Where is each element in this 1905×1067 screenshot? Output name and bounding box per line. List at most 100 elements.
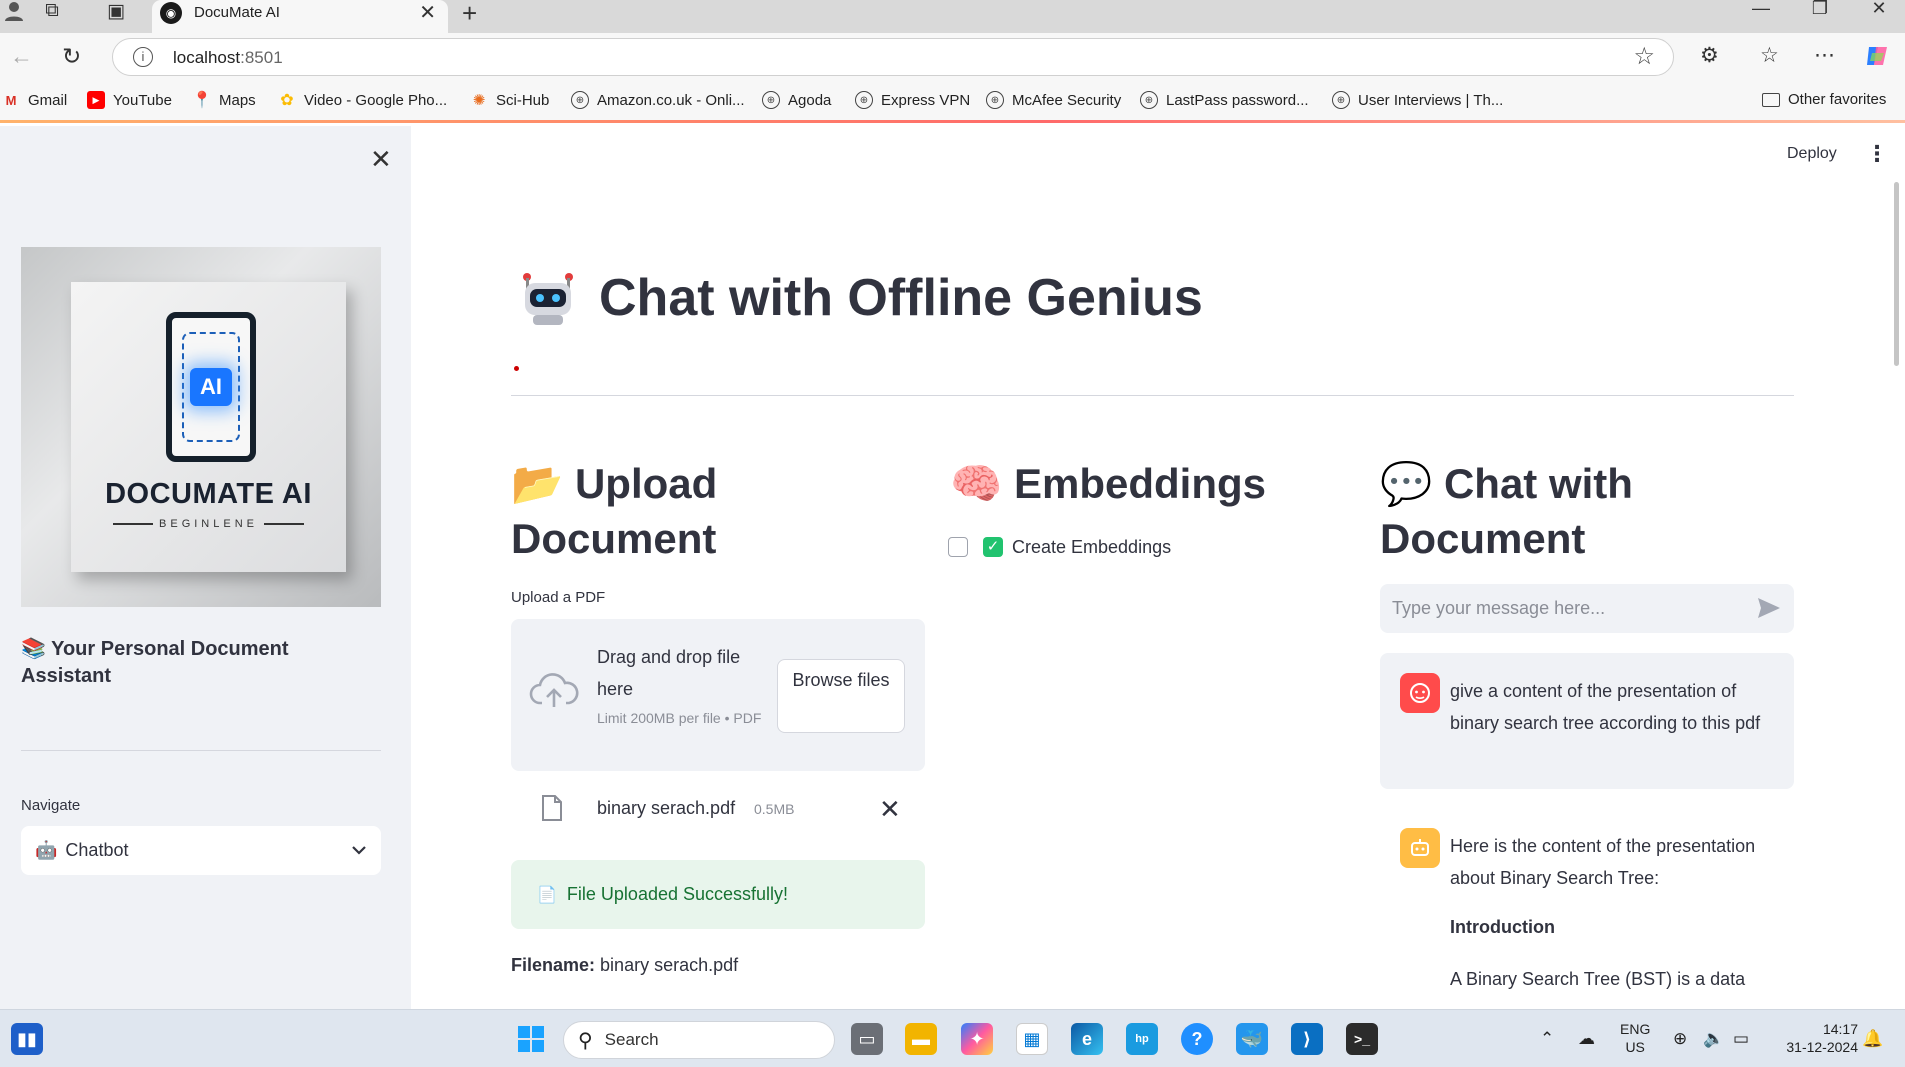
chevron-up-icon[interactable]: ⌃ (1540, 1029, 1554, 1049)
page-title-text: Chat with Offline Genius (599, 269, 1203, 327)
workspaces-icon[interactable]: ⧉ (32, 0, 72, 22)
user-message-text: give a content of the presentation of bi… (1450, 681, 1761, 733)
more-menu-icon[interactable]: ⋯ (1814, 43, 1835, 68)
cloud-upload-icon (529, 671, 579, 711)
network-icon[interactable]: ⊕ (1673, 1029, 1687, 1049)
taskbar-search-label: Search (604, 1030, 659, 1049)
uploaded-file-size: 0.5MB (754, 801, 795, 817)
minimize-icon[interactable]: — (1736, 0, 1786, 19)
bookmark-youtube[interactable]: ▶ YouTube (87, 91, 172, 109)
robot-icon: 🤖 (35, 840, 58, 860)
globe-icon: ⊕ (855, 91, 873, 109)
close-tab-icon[interactable]: ✕ (419, 0, 436, 25)
cloud-offline-icon[interactable]: ☁ (1578, 1029, 1595, 1049)
url-bar[interactable]: i localhost:8501 ☆ (112, 38, 1674, 76)
bookmark-gmail[interactable]: M Gmail (2, 91, 68, 109)
copilot-icon[interactable] (1864, 43, 1890, 75)
maps-icon: 📍 (192, 92, 212, 109)
tab-title: DocuMate AI (194, 4, 280, 21)
site-info-icon[interactable]: i (133, 47, 153, 67)
edge-icon[interactable]: e (1071, 1023, 1103, 1055)
page-scrollbar[interactable] (1894, 182, 1899, 366)
help-icon[interactable]: ? (1181, 1023, 1213, 1055)
folder-icon (1762, 92, 1780, 107)
url-text: localhost:8501 (173, 48, 283, 67)
favorites-icon[interactable]: ☆ (1760, 43, 1779, 68)
restore-icon[interactable]: ❐ (1795, 0, 1845, 19)
filename-key: Filename: (511, 955, 596, 975)
new-tab-icon[interactable]: + (462, 0, 477, 29)
navigate-label: Navigate (21, 797, 81, 814)
globe-icon: ⊕ (986, 91, 1004, 109)
store-icon[interactable]: ▦ (1016, 1023, 1048, 1055)
back-icon[interactable]: ← (10, 43, 33, 70)
favorite-star-icon[interactable]: ☆ (1633, 42, 1655, 71)
assistant-section-heading: Introduction (1450, 917, 1555, 937)
profile-icon[interactable] (0, 0, 34, 22)
youtube-icon: ▶ (87, 91, 105, 109)
myhp-icon[interactable]: hp (1126, 1023, 1158, 1055)
reload-icon[interactable]: ↻ (62, 43, 81, 70)
bookmark-mcafee[interactable]: ⊕ McAfee Security (986, 91, 1121, 109)
upload-pdf-label: Upload a PDF (511, 589, 606, 606)
bookmark-scihub[interactable]: ✺ Sci-Hub (470, 91, 550, 110)
remove-file-icon[interactable]: ✕ (879, 794, 901, 825)
vscode-icon[interactable]: ⟩ (1291, 1023, 1323, 1055)
clock[interactable]: 14:17 31-12-2024 (1768, 1020, 1858, 1056)
bookmark-agoda[interactable]: ⊕ Agoda (762, 91, 831, 109)
copilot-app-icon[interactable]: ✦ (961, 1023, 993, 1055)
app-favicon-icon: ◉ (160, 1, 182, 24)
bookmark-amazon[interactable]: ⊕ Amazon.co.uk - Onli... (571, 91, 745, 109)
document-chip-icon: AI (166, 312, 256, 462)
document-icon: 📄 (537, 886, 557, 904)
notifications-icon[interactable]: 🔔 (1862, 1029, 1883, 1049)
browser-tab-bar: ⧉ ▣ ◉ DocuMate AI ✕ + — ❐ ✕ (0, 0, 1905, 33)
bookmark-google-photos[interactable]: ✿ Video - Google Pho... (278, 91, 447, 110)
bookmark-maps[interactable]: 📍 Maps (192, 91, 256, 110)
file-explorer-icon[interactable]: ▬ (905, 1023, 937, 1055)
main-menu-icon[interactable]: ⋮ (1866, 141, 1888, 167)
bookmark-user-interviews[interactable]: ⊕ User Interviews | Th... (1332, 91, 1503, 109)
terminal-icon[interactable]: >_ (1346, 1023, 1378, 1055)
window-close-icon[interactable]: ✕ (1854, 0, 1904, 19)
globe-icon: ⊕ (1140, 91, 1158, 109)
robot-icon (519, 269, 577, 327)
create-embeddings-label: Create Embeddings (1012, 537, 1172, 557)
task-view-icon[interactable]: ▭ (851, 1023, 883, 1055)
deploy-button[interactable]: Deploy (1787, 145, 1837, 163)
start-icon[interactable] (515, 1023, 547, 1055)
navigate-select-value: Chatbot (65, 840, 129, 860)
tab-actions-icon[interactable]: ▣ (96, 0, 136, 22)
chevron-down-icon (351, 842, 367, 860)
create-embeddings-checkbox[interactable]: ✓ (983, 537, 1003, 557)
close-sidebar-icon[interactable]: ✕ (370, 144, 392, 175)
widgets-icon[interactable]: ▮▮ (11, 1023, 43, 1055)
scihub-icon: ✺ (472, 92, 486, 109)
dropzone-limit-text: Limit 200MB per file • PDF (597, 710, 762, 726)
globe-icon: ⊕ (1332, 91, 1350, 109)
file-dropzone[interactable]: Drag and drop file here Limit 200MB per … (511, 619, 925, 771)
volume-icon[interactable]: 🔈 (1703, 1029, 1724, 1049)
battery-icon[interactable]: ▭ (1733, 1029, 1749, 1049)
bookmark-expressvpn[interactable]: ⊕ Express VPN (855, 91, 970, 109)
extensions-icon[interactable]: ⚙ (1700, 43, 1719, 68)
page-title: Chat with Offline Genius (519, 268, 1203, 328)
chat-message-input[interactable] (1380, 584, 1794, 633)
taskbar-search[interactable]: ⚲ Search (563, 1021, 835, 1059)
uploaded-file-name: binary serach.pdf (597, 798, 736, 818)
decorative-dot (514, 366, 519, 371)
bookmark-lastpass[interactable]: ⊕ LastPass password... (1140, 91, 1309, 109)
send-icon[interactable] (1756, 595, 1782, 621)
docker-icon[interactable]: 🐳 (1236, 1023, 1268, 1055)
browse-files-button[interactable]: Browse files (777, 659, 905, 733)
uploaded-file-row: binary serach.pdf 0.5MB ✕ (511, 790, 925, 830)
upload-success-text: File Uploaded Successfully! (566, 884, 789, 904)
language-indicator[interactable]: ENG US (1620, 1020, 1650, 1056)
filename-value: binary serach.pdf (600, 955, 739, 975)
navigate-select[interactable]: 🤖 Chatbot (21, 826, 381, 875)
title-divider (511, 395, 1794, 396)
upload-document-heading: 📂 Upload Document (511, 460, 718, 562)
browser-tab[interactable]: ◉ DocuMate AI ✕ (152, 0, 448, 33)
bookmark-other-favorites[interactable]: Other favorites (1762, 91, 1886, 108)
embeddings-checkbox-empty[interactable] (948, 537, 968, 557)
